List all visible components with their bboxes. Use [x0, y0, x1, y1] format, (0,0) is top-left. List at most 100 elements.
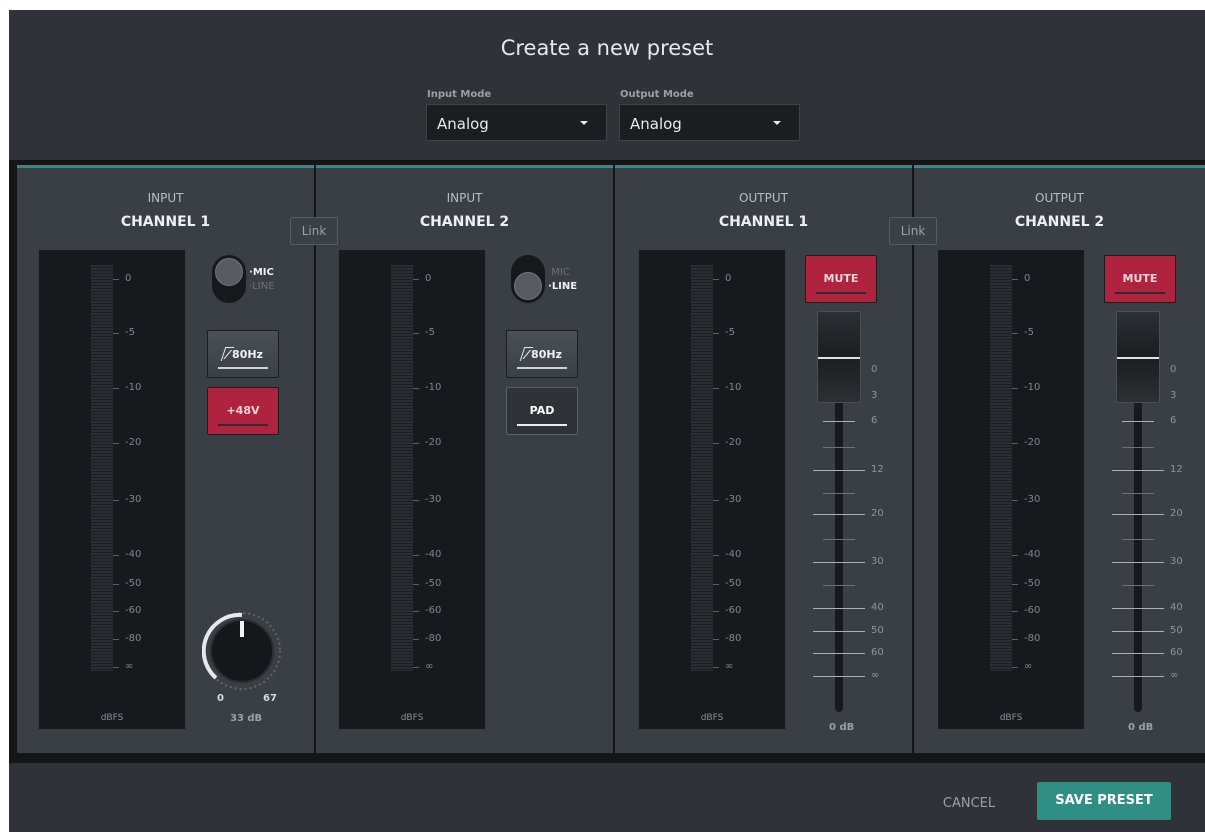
fader-handle[interactable]	[817, 311, 861, 403]
link-input-channels-button[interactable]: Link	[290, 217, 338, 245]
fader-scale-label: 40	[871, 602, 884, 613]
fader-handle[interactable]	[1116, 311, 1160, 403]
fader-minor-mark	[1122, 539, 1154, 540]
meter-scale-label: ∞	[1024, 661, 1033, 672]
gain-knob[interactable]	[201, 611, 282, 691]
input-channel-1-strip: INPUT CHANNEL 1 dBFS 0 -5 -10 -20 -30 -40 -50 -…	[17, 165, 314, 753]
gain-min-label: 0	[217, 693, 224, 704]
fader-scale-mark	[1112, 514, 1164, 515]
fader-scale-label: 6	[1170, 415, 1177, 426]
fader-scale-label: 20	[1170, 508, 1183, 519]
meter-tick	[113, 388, 119, 389]
fader-scale-mark	[1112, 631, 1164, 632]
hpf-80hz-button[interactable]: /80Hz	[506, 330, 578, 378]
meter-tick	[413, 584, 419, 585]
save-preset-button[interactable]: SAVE PRESET	[1037, 782, 1171, 820]
meter-scale-label: -20	[125, 437, 142, 448]
meter-scale-label: -80	[425, 633, 442, 644]
output-mode-select[interactable]: Analog	[619, 104, 800, 141]
meter-scale-label: -40	[425, 549, 442, 560]
fader-minor-mark	[823, 447, 855, 448]
level-meter: dBFS 0 -5 -10 -20 -30 -40 -50 -60 -80 ∞	[938, 250, 1084, 729]
meter-scale-label: -30	[1024, 494, 1041, 505]
meter-tick	[1012, 279, 1018, 280]
link-output-channels-button[interactable]: Link	[889, 217, 937, 245]
meter-scale-label: -5	[1024, 327, 1034, 338]
strip-channel-name: CHANNEL 1	[120, 214, 211, 230]
output-fader[interactable]: 0 3 6 12 20 30 40 50 60 ∞	[805, 308, 905, 718]
meter-tick	[713, 388, 719, 389]
meter-unit-label: dBFS	[700, 713, 724, 723]
fader-scale-mark	[813, 514, 865, 515]
fader-scale-mark	[1112, 653, 1164, 654]
fader-scale-label: 6	[871, 415, 878, 426]
input-channel-2-strip: INPUT CHANNEL 2 dBFS 0 -5 -10 -20 -30 -40 -50 -…	[316, 165, 613, 753]
hpf-80hz-button[interactable]: /80Hz	[207, 330, 279, 378]
meter-scale-label: -60	[125, 605, 142, 616]
strip-channel-name: CHANNEL 2	[1014, 214, 1105, 230]
mic-line-switch[interactable]	[212, 255, 246, 303]
meter-scale-label: -20	[425, 437, 442, 448]
meter-tick	[713, 333, 719, 334]
meter-scale-label: -10	[425, 382, 442, 393]
fader-scale-label: 40	[1170, 602, 1183, 613]
meter-bar	[391, 265, 413, 671]
meter-scale-label: -80	[125, 633, 142, 644]
fader-minor-mark	[823, 493, 855, 494]
output-channel-1-strip: OUTPUT CHANNEL 1 dBFS 0 -5 -10 -20 -30 -40 -50…	[615, 165, 912, 753]
output-mode-value: Analog	[630, 115, 682, 133]
meter-bar	[691, 265, 713, 671]
meter-tick	[113, 279, 119, 280]
meter-unit-label: dBFS	[400, 713, 424, 723]
cancel-button[interactable]: CANCEL	[929, 789, 1009, 819]
caret-down-icon	[580, 121, 588, 125]
meter-scale-label: -60	[1024, 605, 1041, 616]
meter-tick	[113, 611, 119, 612]
meter-scale-label: -50	[425, 578, 442, 589]
fader-scale-label: 0	[871, 364, 878, 375]
meter-scale-label: ∞	[125, 661, 134, 672]
meter-tick	[113, 333, 119, 334]
fader-scale-mark	[813, 562, 865, 563]
output-fader[interactable]: 0 3 6 12 20 30 40 50 60 ∞	[1104, 308, 1204, 718]
meter-bar	[91, 265, 113, 671]
meter-bar	[990, 265, 1012, 671]
meter-scale-label: -40	[125, 549, 142, 560]
fader-scale-label: 30	[1170, 556, 1183, 567]
meter-scale-label: -30	[425, 494, 442, 505]
meter-tick	[413, 388, 419, 389]
fader-scale-mark	[813, 608, 865, 609]
fader-minor-mark	[823, 585, 855, 586]
meter-tick	[413, 639, 419, 640]
meter-scale-label: -40	[1024, 549, 1041, 560]
mute-button[interactable]: MUTE	[1104, 255, 1176, 303]
meter-tick	[1012, 584, 1018, 585]
fader-scale-mark	[813, 653, 865, 654]
mic-line-switch[interactable]	[511, 255, 545, 303]
fader-scale-label: 20	[871, 508, 884, 519]
fader-minor-mark	[1122, 447, 1154, 448]
output-level-label: 0 dB	[1128, 722, 1154, 733]
meter-scale-label: 0	[1024, 273, 1031, 284]
strip-type-label: OUTPUT	[739, 191, 788, 205]
meter-scale-label: -40	[725, 549, 742, 560]
meter-unit-label: dBFS	[999, 713, 1023, 723]
gain-value-label: 33 dB	[230, 713, 263, 724]
fader-scale-mark	[823, 421, 855, 422]
phantom-power-button[interactable]: +48V	[207, 387, 279, 435]
fader-scale-mark	[1112, 470, 1164, 471]
strip-channel-name: CHANNEL 1	[718, 214, 809, 230]
meter-scale-label: ∞	[425, 661, 434, 672]
switch-knob	[514, 272, 542, 300]
fader-scale-label: 60	[1170, 647, 1183, 658]
meter-scale-label: -20	[725, 437, 742, 448]
pad-button[interactable]: PAD	[506, 387, 578, 435]
meter-tick	[713, 667, 719, 668]
hpf-icon-label: /80Hz	[507, 347, 577, 361]
input-mode-select[interactable]: Analog	[426, 104, 607, 141]
gain-max-label: 67	[263, 693, 277, 704]
meter-tick	[1012, 500, 1018, 501]
meter-scale-label: -20	[1024, 437, 1041, 448]
mute-button[interactable]: MUTE	[805, 255, 877, 303]
fader-scale-mark	[813, 631, 865, 632]
